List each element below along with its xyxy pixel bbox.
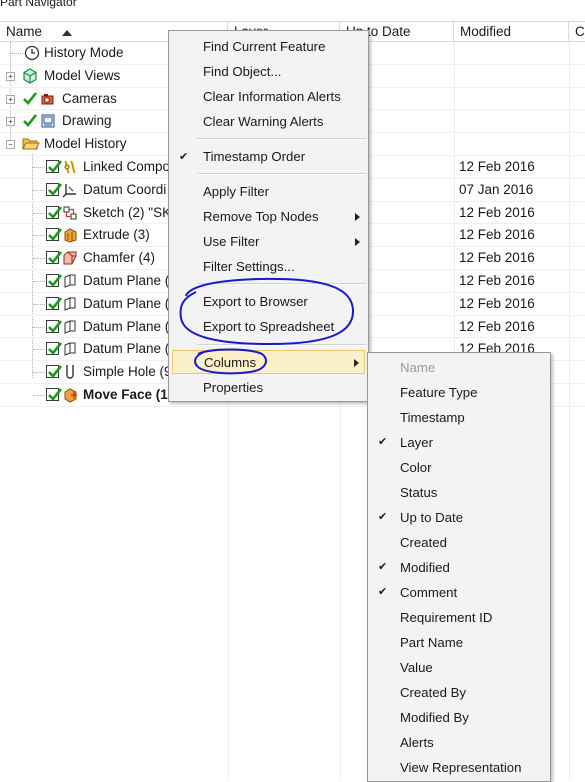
annotation-ellipse-export — [179, 277, 355, 346]
annotation-overlay — [179, 277, 355, 375]
annotation-ellipse-columns — [194, 348, 267, 375]
